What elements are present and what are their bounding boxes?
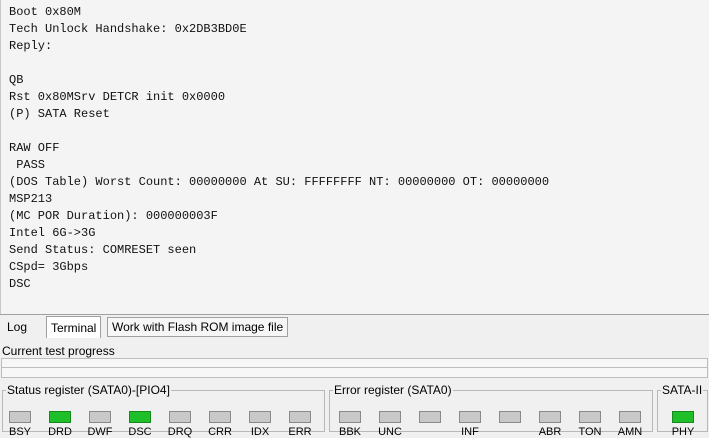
led-label-ton: TON	[578, 426, 602, 438]
terminal-line: Tech Unlock Handshake: 0x2DB3BD0E	[9, 22, 247, 36]
terminal-output[interactable]: Boot 0x80M Tech Unlock Handshake: 0x2DB3B…	[0, 0, 709, 314]
led-label-idx: IDX	[250, 426, 270, 438]
led-ton	[579, 411, 601, 423]
led-amn	[619, 411, 641, 423]
led-drq	[169, 411, 191, 423]
terminal-line: Send Status: COMRESET seen	[9, 243, 197, 257]
led-label-drd: DRD	[48, 426, 72, 438]
terminal-line: RAW OFF	[9, 141, 60, 155]
progress-label: Current test progress	[2, 344, 115, 358]
led-label-phy: PHY	[671, 426, 695, 438]
led-unc	[379, 411, 401, 423]
led-label-amn: AMN	[617, 426, 643, 438]
error-register-title: Error register (SATA0)	[334, 383, 452, 397]
sata-register-panel: SATA-II PHY	[657, 383, 708, 438]
terminal-line: Boot 0x80M	[9, 5, 82, 19]
led-err	[289, 411, 311, 423]
led-bit4	[499, 411, 521, 423]
test-progress-bar-secondary	[1, 368, 708, 378]
terminal-line: Reply:	[9, 39, 53, 53]
status-register-title: Status register (SATA0)-[PIO4]	[7, 383, 170, 397]
led-label-unc: UNC	[378, 426, 402, 438]
sata-register-title: SATA-II	[662, 383, 703, 397]
led-inf	[459, 411, 481, 423]
led-label-drq: DRQ	[167, 426, 193, 438]
tab-flash-rom-image[interactable]: Work with Flash ROM image file	[107, 317, 289, 337]
terminal-line: QB	[9, 73, 24, 87]
led-label-dsc: DSC	[128, 426, 152, 438]
tab-log[interactable]: Log	[2, 317, 32, 337]
tab-terminal[interactable]: Terminal	[46, 316, 102, 338]
led-dsc	[129, 411, 151, 423]
led-label-crr: CRR	[208, 426, 232, 438]
led-label-dwf: DWF	[87, 426, 113, 438]
led-label-inf: INF	[461, 426, 479, 438]
terminal-line: (MC POR Duration): 000000003F	[9, 209, 218, 223]
led-bbk	[339, 411, 361, 423]
led-crr	[209, 411, 231, 423]
led-abr	[539, 411, 561, 423]
terminal-line: PASS	[9, 158, 46, 172]
terminal-line: Intel 6G->3G	[9, 226, 96, 240]
bottom-tab-bar: Log Terminal Work with Flash ROM image f…	[0, 314, 709, 339]
error-register-panel: Error register (SATA0) BBK UNC INF ABR TON AM…	[329, 383, 653, 438]
terminal-line: (P) SATA Reset	[9, 107, 110, 121]
led-dwf	[89, 411, 111, 423]
led-bit2	[419, 411, 441, 423]
terminal-line: MSP213	[9, 192, 53, 206]
terminal-line: DSC	[9, 277, 31, 291]
terminal-line: (DOS Table) Worst Count: 00000000 At SU:…	[9, 175, 550, 189]
terminal-line: Rst 0x80MSrv DETCR init 0x0000	[9, 90, 226, 104]
test-progress-bar	[1, 358, 708, 368]
led-label-abr: ABR	[538, 426, 562, 438]
led-bsy	[9, 411, 31, 423]
terminal-line: CSpd= 3Gbps	[9, 260, 89, 274]
led-label-bsy: BSY	[8, 426, 31, 438]
led-label-err: ERR	[288, 426, 312, 438]
led-drd	[49, 411, 71, 423]
status-register-panel: Status register (SATA0)-[PIO4] BSY DRD DWF…	[2, 383, 325, 438]
led-idx	[249, 411, 271, 423]
led-label-bbk: BBK	[338, 426, 361, 438]
led-phy	[672, 411, 694, 423]
